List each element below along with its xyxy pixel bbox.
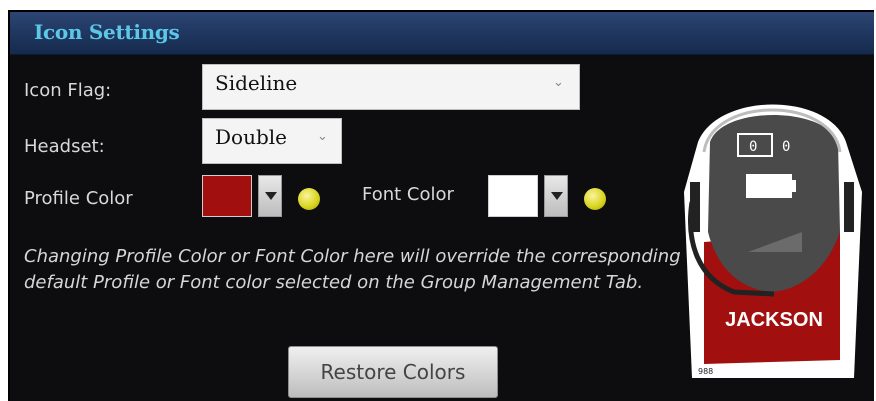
icon-settings-panel: Icon Settings Icon Flag: Sideline ⌄ Head…	[8, 10, 874, 401]
restore-colors-button[interactable]: Restore Colors	[288, 346, 498, 398]
chevron-down-icon: ⌄	[317, 129, 328, 144]
headset-right-earpiece	[844, 182, 854, 232]
profile-color-dropdown-button[interactable]	[258, 175, 282, 217]
profile-color-reset-icon[interactable]	[298, 188, 320, 210]
preview-head	[708, 115, 840, 292]
display-right-digit: 0	[782, 139, 790, 155]
battery-icon	[746, 174, 792, 198]
headset-select[interactable]: Double ⌄	[202, 118, 342, 164]
headset-value: Double	[215, 125, 287, 149]
display-left-digit: 0	[749, 139, 757, 155]
override-note: Changing Profile Color or Font Color her…	[24, 246, 681, 293]
icon-flag-value: Sideline	[215, 71, 298, 95]
chevron-down-icon: ⌄	[553, 75, 564, 90]
font-color-label: Font Color	[362, 184, 454, 205]
font-color-reset-icon[interactable]	[584, 188, 606, 210]
headset-label: Headset:	[24, 136, 105, 157]
font-color-dropdown-button[interactable]	[544, 175, 568, 217]
icon-flag-select[interactable]: Sideline ⌄	[202, 64, 580, 110]
player-number: 988	[698, 367, 713, 376]
player-icon-preview: 0 0 JACKSON 988	[684, 104, 862, 378]
panel-title: Icon Settings	[34, 20, 180, 44]
panel-header: Icon Settings	[10, 12, 874, 55]
player-name: JACKSON	[725, 309, 823, 331]
profile-color-label: Profile Color	[24, 188, 133, 209]
headset-left-earpiece	[690, 182, 700, 232]
icon-flag-label: Icon Flag:	[24, 80, 112, 101]
font-color-swatch[interactable]	[488, 175, 538, 217]
caret-down-icon	[551, 192, 563, 200]
profile-color-swatch[interactable]	[202, 175, 252, 217]
caret-down-icon	[265, 192, 277, 200]
